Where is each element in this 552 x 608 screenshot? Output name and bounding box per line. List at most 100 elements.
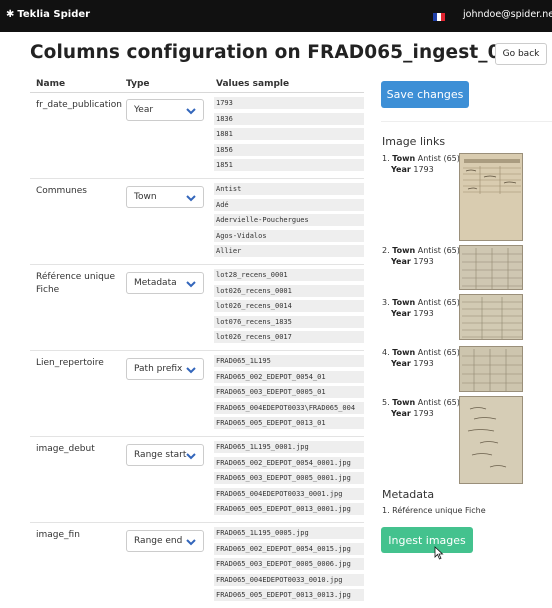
year-value: 1793 (413, 359, 434, 368)
link-number: 3. (382, 298, 390, 307)
year-label: Year (391, 165, 411, 174)
year-label: Year (391, 359, 411, 368)
ingest-images-button[interactable]: Ingest images (381, 527, 473, 553)
town-value: Antist (65) (417, 348, 460, 357)
sample-value: 1793 (214, 97, 364, 109)
sample-value: Antist (214, 183, 364, 195)
sample-value: lot026_recens_0017 (214, 331, 364, 343)
document-scan-image (462, 349, 522, 391)
document-scan-image (463, 159, 521, 194)
table-row: Communes Town Antist Adé Adervielle-Pouc… (30, 179, 364, 265)
type-select[interactable]: Metadata (126, 272, 204, 294)
sample-value: FRAD065_003_EDEPOT_0005_0001.jpg (214, 472, 364, 484)
type-select-value: Range end (134, 536, 183, 546)
town-label: Town (392, 246, 416, 255)
sample-value: Allier (214, 245, 364, 257)
type-select[interactable]: Town (126, 186, 204, 208)
column-header-name: Name (36, 79, 66, 89)
town-label: Town (392, 298, 416, 307)
town-label: Town (392, 398, 416, 407)
town-value: Antist (65) (417, 154, 460, 163)
image-links-title: Image links (382, 135, 446, 148)
image-link-item: 1. Town Antist (65) Year 1793 (382, 153, 460, 175)
year-label: Year (391, 309, 411, 318)
type-select[interactable]: Path prefix (126, 358, 204, 380)
image-thumbnail[interactable] (459, 245, 523, 290)
mouse-pointer-icon (434, 546, 444, 560)
town-value: Antist (65) (417, 246, 460, 255)
document-scan-image (467, 407, 507, 468)
column-name: Communes (36, 186, 87, 196)
image-thumbnail[interactable] (459, 346, 523, 392)
brand-link[interactable]: ✱ Teklia Spider (6, 9, 90, 20)
sample-value: FRAD065_004EDEPOT0033_0001.jpg (214, 487, 364, 500)
user-email: johndoe@spider.net (463, 9, 552, 20)
image-link-item: 2. Town Antist (65) Year 1793 (382, 245, 460, 267)
type-select-value: Town (134, 192, 157, 202)
sample-value: 1881 (214, 128, 364, 140)
link-number: 5. (382, 398, 390, 407)
table-row: fr_date_publication Year 1793 1836 1881 … (30, 93, 364, 179)
year-label: Year (391, 409, 411, 418)
values-sample: 1793 1836 1881 1856 1851 (214, 97, 364, 175)
brand-name: Teklia Spider (17, 9, 91, 20)
metadata-title: Metadata (382, 488, 435, 501)
sidebar-divider (381, 121, 552, 122)
metadata-item: 1. Référence unique Fiche (382, 506, 486, 515)
table-row: image_debut Range start FRAD065_1L195_00… (30, 437, 364, 523)
type-select[interactable]: Range start (126, 444, 204, 466)
sample-value: lot28_recens_0001 (214, 269, 364, 281)
image-link-item: 5. Town Antist (65) Year 1793 (382, 397, 460, 419)
top-navbar: ✱ Teklia Spider johndoe@spider.net ⌄ (0, 0, 552, 32)
sample-value: FRAD065_005_EDEPOT_0013_01 (214, 417, 364, 429)
type-select[interactable]: Year (126, 99, 204, 121)
user-menu[interactable]: johndoe@spider.net ⌄ (463, 9, 552, 20)
table-row: image_fin Range end FRAD065_1L195_0005.j… (30, 523, 364, 608)
image-link-item: 3. Town Antist (65) Year 1793 (382, 297, 460, 319)
sample-value: FRAD065_003_EDEPOT_0005_01 (214, 386, 364, 398)
sample-value: FRAD065_004EDEPOT0033_0010.jpg (214, 573, 364, 586)
town-label: Town (392, 154, 416, 163)
values-sample: FRAD065_1L195 FRAD065_002_EDEPOT_0054_01… (214, 355, 364, 433)
sample-value: FRAD065_005_EDEPOT_0013_0013.jpg (214, 589, 364, 601)
type-select[interactable]: Range end (126, 530, 204, 552)
link-number: 2. (382, 246, 390, 255)
town-label: Town (392, 348, 416, 357)
spider-icon: ✱ (6, 9, 15, 20)
type-select-value: Path prefix (134, 364, 183, 374)
year-value: 1793 (413, 309, 434, 318)
year-value: 1793 (413, 165, 434, 174)
year-value: 1793 (413, 257, 434, 266)
values-sample: FRAD065_1L195_0005.jpg FRAD065_002_EDEPO… (214, 527, 364, 605)
sample-value: FRAD065_003_EDEPOT_0005_0006.jpg (214, 558, 364, 570)
image-thumbnail[interactable] (459, 396, 523, 484)
column-name: image_debut (36, 444, 95, 454)
save-changes-button[interactable]: Save changes (381, 81, 469, 108)
image-thumbnail[interactable] (459, 294, 523, 340)
image-link-item: 4. Town Antist (65) Year 1793 (382, 347, 460, 369)
chevron-down-icon (186, 367, 196, 374)
link-number: 4. (382, 348, 390, 357)
sample-value: FRAD065_1L195 (214, 355, 364, 367)
column-name: image_fin (36, 530, 80, 540)
sample-value: 1851 (214, 159, 364, 171)
language-flag-icon[interactable] (433, 13, 445, 21)
sample-value: Adervielle-Pouchergues (214, 214, 364, 226)
chevron-down-icon (186, 281, 196, 288)
column-name: Référence unique Fiche (36, 272, 116, 295)
page-title: Columns configuration on FRAD065_ingest_… (30, 42, 527, 63)
sample-value: FRAD065_004EDEPOT0033\FRAD065_004 (214, 401, 364, 414)
sample-value: lot076_recens_1835 (214, 315, 364, 328)
go-back-button[interactable]: Go back (495, 43, 547, 65)
image-thumbnail[interactable] (459, 153, 523, 241)
values-sample: Antist Adé Adervielle-Pouchergues Agos-V… (214, 183, 364, 261)
link-number: 1. (382, 154, 390, 163)
year-value: 1793 (413, 409, 434, 418)
type-select-value: Range start (134, 450, 187, 460)
sample-value: lot026_recens_0014 (214, 300, 364, 312)
table-row: Lien_repertoire Path prefix FRAD065_1L19… (30, 351, 364, 437)
values-sample: lot28_recens_0001 lot026_recens_0001 lot… (214, 269, 364, 347)
chevron-down-icon (186, 539, 196, 546)
type-select-value: Year (134, 105, 154, 115)
sample-value: 1856 (214, 143, 364, 156)
